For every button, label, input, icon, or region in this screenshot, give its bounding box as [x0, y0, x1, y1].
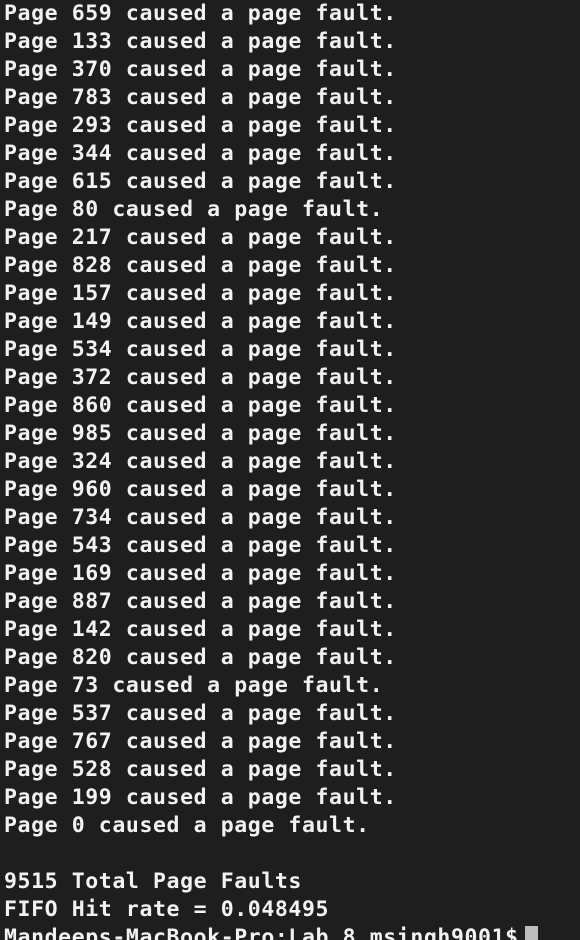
output-line: Page 199 caused a page fault. — [4, 785, 397, 810]
output-line: Page 783 caused a page fault. — [4, 85, 397, 110]
output-line: Page 142 caused a page fault. — [4, 617, 397, 642]
output-line: Page 0 caused a page fault. — [4, 813, 370, 838]
output-line: Page 372 caused a page fault. — [4, 365, 397, 390]
fifo-hit-rate: FIFO Hit rate = 0.048495 — [4, 897, 330, 922]
output-line: Page 293 caused a page fault. — [4, 113, 397, 138]
output-line: Page 133 caused a page fault. — [4, 29, 397, 54]
output-line: Page 528 caused a page fault. — [4, 757, 397, 782]
terminal-window[interactable]: Page 659 caused a page fault. Page 133 ca… — [0, 0, 580, 940]
output-line: Page 960 caused a page fault. — [4, 477, 397, 502]
output-line: Page 820 caused a page fault. — [4, 645, 397, 670]
output-line: Page 73 caused a page fault. — [4, 673, 384, 698]
output-line: Page 217 caused a page fault. — [4, 225, 397, 250]
output-line: Page 157 caused a page fault. — [4, 281, 397, 306]
output-line: Page 860 caused a page fault. — [4, 393, 397, 418]
output-line: Page 659 caused a page fault. — [4, 1, 397, 26]
output-line: Page 985 caused a page fault. — [4, 421, 397, 446]
output-line: Page 887 caused a page fault. — [4, 589, 397, 614]
output-line: Page 615 caused a page fault. — [4, 169, 397, 194]
output-line: Page 169 caused a page fault. — [4, 561, 397, 586]
output-line: Page 324 caused a page fault. — [4, 449, 397, 474]
output-line: Page 534 caused a page fault. — [4, 337, 397, 362]
output-line: Page 734 caused a page fault. — [4, 505, 397, 530]
output-line: Page 344 caused a page fault. — [4, 141, 397, 166]
total-page-faults: 9515 Total Page Faults — [4, 869, 302, 894]
output-line: Page 543 caused a page fault. — [4, 533, 397, 558]
terminal-output: Page 659 caused a page fault. Page 133 ca… — [4, 0, 580, 840]
output-line: Page 370 caused a page fault. — [4, 57, 397, 82]
output-line: Page 149 caused a page fault. — [4, 309, 397, 334]
output-line: Page 828 caused a page fault. — [4, 253, 397, 278]
shell-prompt: Mandeeps-MacBook-Pro:Lab 8 msingh9001$ — [4, 925, 519, 940]
output-line: Page 80 caused a page fault. — [4, 197, 384, 222]
output-line: Page 767 caused a page fault. — [4, 729, 397, 754]
output-line: Page 537 caused a page fault. — [4, 701, 397, 726]
command-prompt-line[interactable]: Mandeeps-MacBook-Pro:Lab 8 msingh9001$ — [4, 924, 580, 940]
text-cursor — [524, 926, 538, 940]
